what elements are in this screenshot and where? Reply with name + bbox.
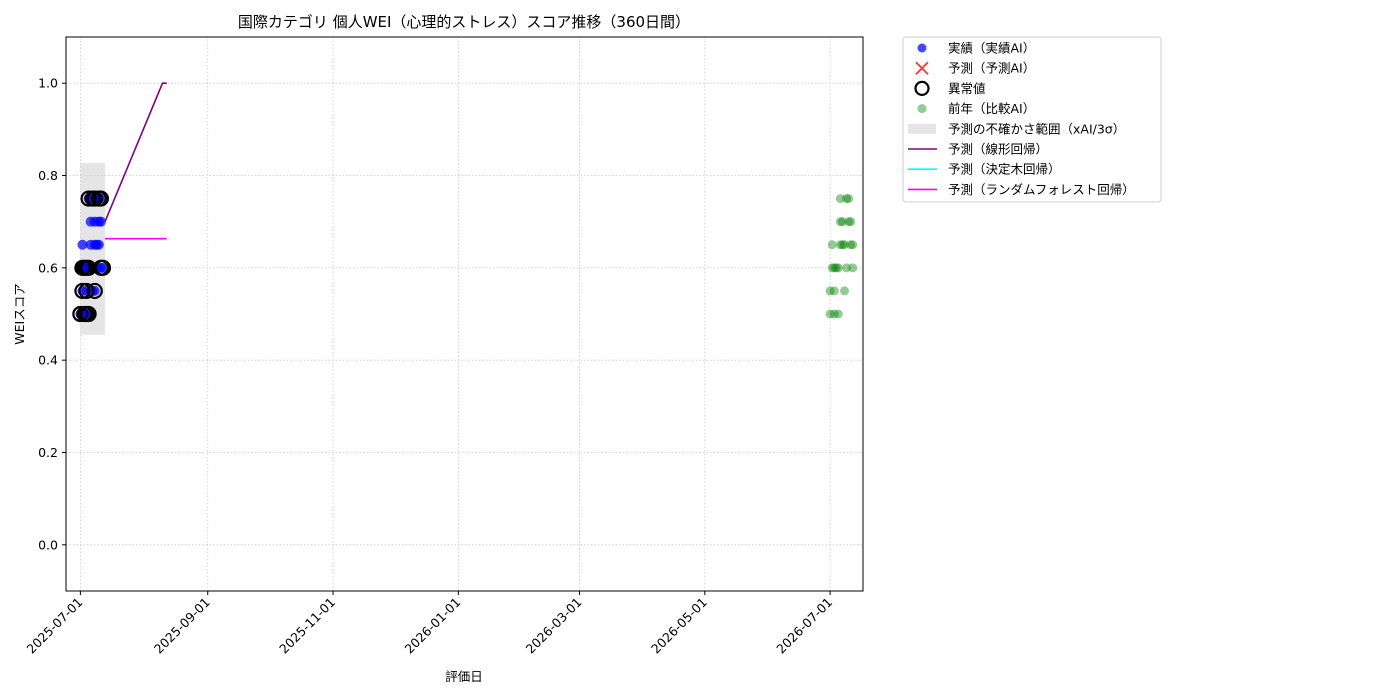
y-tick-label: 0.0 [38, 537, 58, 552]
previous-year-point [846, 217, 856, 227]
x-tick-label: 2025-07-01 [24, 595, 86, 657]
grid [66, 37, 863, 591]
previous-year-point [848, 240, 858, 250]
x-tick-label: 2026-07-01 [773, 595, 835, 657]
actual-point [89, 285, 100, 296]
previous-year-point [833, 309, 843, 319]
previous-year-point [827, 240, 837, 250]
legend: 実績（実績AI） 予測（予測AI） 異常値前年（比較AI） 予測の不確かさ範囲（xAI… [902, 36, 1162, 203]
x-tick-label: 2026-01-01 [401, 595, 463, 657]
y-tick-label: 0.2 [38, 445, 58, 460]
y-tick-label: 0.4 [38, 353, 58, 368]
legend-label: 予測（ランダムフォレスト回帰） [948, 182, 1135, 197]
x-tick-label: 2025-11-01 [276, 595, 338, 657]
y-tick-label: 0.6 [38, 260, 58, 275]
legend-label: 予測（決定木回帰） [948, 162, 1061, 177]
x-tick-label: 2026-03-01 [523, 595, 585, 657]
legend-swatch-actual [917, 43, 927, 53]
previous-year-point [840, 286, 850, 296]
legend-label: 前年（比較AI） [948, 101, 1035, 116]
x-tick-label: 2025-09-01 [151, 595, 213, 657]
y-tick-label: 0.8 [38, 168, 58, 183]
legend-label: 予測の不確かさ範囲（xAI/3σ） [948, 121, 1125, 136]
x-axis-label: 評価日 [445, 669, 483, 684]
actual-point [95, 216, 106, 227]
x-tick-label: 2026-05-01 [648, 595, 710, 657]
previous-year-point [848, 263, 858, 273]
previous-year-point [829, 286, 839, 296]
previous-year-point [833, 263, 843, 273]
chart-title: 国際カテゴリ 個人WEI（心理的ストレス）スコア推移（360日間） [238, 13, 690, 31]
marks [72, 82, 858, 335]
y-tick-label: 1.0 [38, 76, 58, 91]
legend-label: 異常値 [948, 81, 986, 96]
actual-point [93, 239, 104, 250]
legend-label: 予測（予測AI） [948, 61, 1035, 76]
legend-label: 予測（線形回帰） [948, 142, 1048, 157]
y-axis-label: WEIスコア [12, 283, 27, 344]
plot-frame [65, 36, 864, 592]
legend-swatch-previous-year [917, 104, 927, 114]
prediction-line-1 [104, 82, 167, 223]
legend-label: 実績（実績AI） [948, 41, 1035, 56]
legend-swatch-band [908, 123, 936, 134]
previous-year-point [844, 194, 854, 204]
axes: 0.0 0.2 0.4 0.6 0.8 1.0 2025-07-01 2025-09-01 20… [24, 76, 836, 657]
chart: 0.0 0.2 0.4 0.6 0.8 1.0 2025-07-01 2025-09-01 20… [12, 13, 1162, 684]
